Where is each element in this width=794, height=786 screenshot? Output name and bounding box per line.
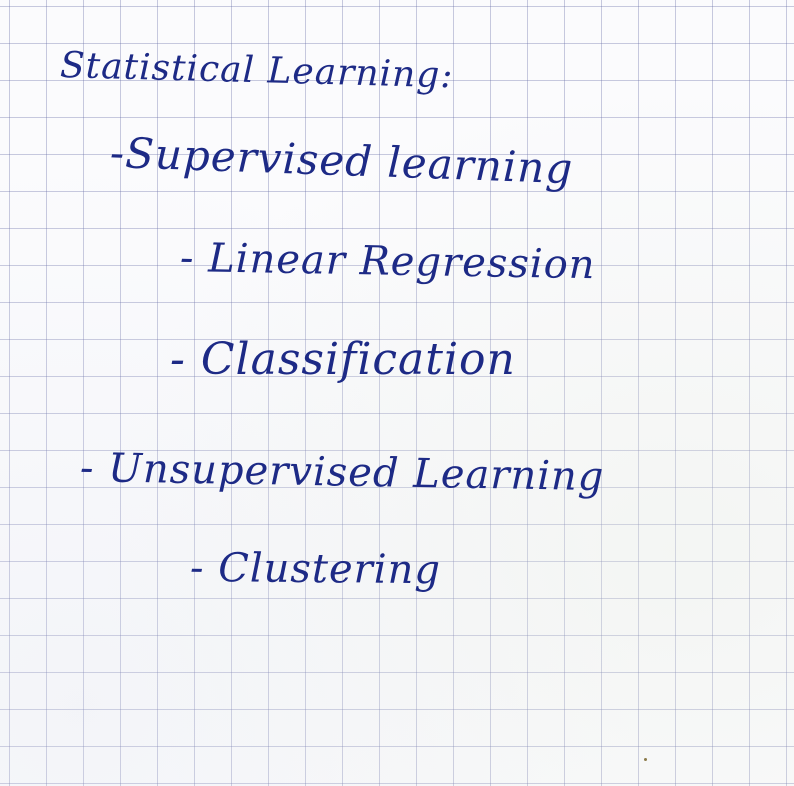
note-classification: - Classification [170,334,516,385]
paper-shading [0,0,794,786]
note-unsupervised-learning: - Unsupervised Learning [79,445,605,501]
note-supervised-learning: -Supervised learning [109,128,575,194]
paper-speck [644,758,647,761]
note-clustering: - Clustering [189,545,442,594]
note-linear-regression: - Linear Regression [179,235,596,289]
grid-paper-sheet: Statistical Learning: -Supervised learni… [0,0,794,786]
notes-title: Statistical Learning: [59,45,454,97]
